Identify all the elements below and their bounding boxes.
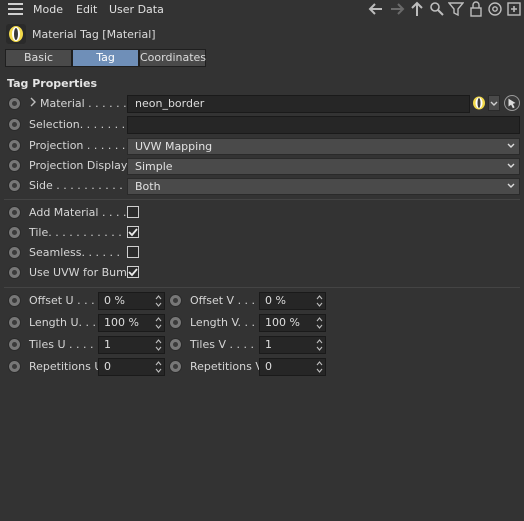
settings-icon[interactable] <box>487 1 503 17</box>
seamless-checkbox[interactable] <box>127 246 139 258</box>
back-arrow-icon[interactable] <box>368 1 384 17</box>
animation-radio[interactable] <box>8 266 21 279</box>
spinner-icon[interactable] <box>316 361 323 373</box>
animation-radio[interactable] <box>8 118 21 131</box>
material-field[interactable]: neon_border <box>127 95 470 113</box>
length-v-label: Length V. . . <box>190 316 256 329</box>
offset-u-field[interactable]: 0 % <box>98 292 165 310</box>
chevron-down-icon <box>507 163 515 168</box>
length-u-value: 100 % <box>104 316 139 329</box>
projection-label: Projection . . . . . . <box>29 139 126 152</box>
forward-arrow-icon[interactable] <box>389 1 405 17</box>
repetitions-v-field[interactable]: 0 <box>259 358 326 376</box>
material-label: Material . . . . . . <box>40 97 127 110</box>
filter-icon[interactable] <box>447 1 465 17</box>
use-uvw-bump-checkbox[interactable] <box>127 266 139 278</box>
length-u-field[interactable]: 100 % <box>98 314 165 332</box>
animation-radio[interactable] <box>8 206 21 219</box>
selection-label: Selection. . . . . . . <box>29 118 126 131</box>
spinner-icon[interactable] <box>316 295 323 307</box>
repetitions-u-field[interactable]: 0 <box>98 358 165 376</box>
repetitions-u-value: 0 <box>104 360 111 373</box>
hamburger-menu-icon[interactable] <box>8 3 23 15</box>
length-v-field[interactable]: 100 % <box>259 314 326 332</box>
material-thumbnail-icon <box>472 96 486 110</box>
selection-field[interactable] <box>127 116 520 134</box>
divider <box>4 199 520 200</box>
projection-value: UVW Mapping <box>135 140 213 153</box>
tiles-v-field[interactable]: 1 <box>259 336 326 354</box>
section-title: Tag Properties <box>7 77 98 90</box>
animation-radio[interactable] <box>169 338 182 351</box>
lock-icon[interactable] <box>468 1 484 17</box>
animation-radio[interactable] <box>169 294 182 307</box>
chevron-down-icon <box>507 183 515 188</box>
menu-user-data[interactable]: User Data <box>109 3 164 16</box>
menu-mode[interactable]: Mode <box>33 3 63 16</box>
add-material-checkbox[interactable] <box>127 206 139 218</box>
offset-v-label: Offset V . . . <box>190 294 256 307</box>
length-u-label: Length U. . . <box>29 316 96 329</box>
animation-radio[interactable] <box>8 139 21 152</box>
tab-coordinates[interactable]: Coordinates <box>139 49 206 67</box>
chevron-down-icon <box>507 143 515 148</box>
side-value: Both <box>135 180 161 193</box>
tile-checkbox[interactable] <box>127 226 139 238</box>
animation-radio[interactable] <box>8 294 21 307</box>
projection-display-label: Projection Display <box>29 159 128 172</box>
chevron-right-icon[interactable] <box>29 97 37 107</box>
side-label: Side . . . . . . . . . . <box>29 179 123 192</box>
animation-radio[interactable] <box>169 360 182 373</box>
spinner-icon[interactable] <box>155 361 162 373</box>
spinner-icon[interactable] <box>155 339 162 351</box>
projection-display-value: Simple <box>135 160 173 173</box>
tiles-v-label: Tiles V . . . . <box>190 338 254 351</box>
tab-basic[interactable]: Basic <box>5 49 72 67</box>
material-tag-icon <box>6 24 26 44</box>
tile-label: Tile. . . . . . . . . . . <box>29 226 122 239</box>
animation-radio[interactable] <box>8 159 21 172</box>
spinner-icon[interactable] <box>155 317 162 329</box>
menu-edit[interactable]: Edit <box>76 3 97 16</box>
new-window-icon[interactable] <box>506 1 522 17</box>
offset-v-value: 0 % <box>265 294 286 307</box>
projection-dropdown[interactable]: UVW Mapping <box>127 138 520 155</box>
panel-title: Material Tag [Material] <box>32 28 156 41</box>
up-arrow-icon[interactable] <box>409 1 425 17</box>
side-dropdown[interactable]: Both <box>127 178 520 195</box>
tiles-u-label: Tiles U . . . . <box>29 338 94 351</box>
spinner-icon[interactable] <box>155 295 162 307</box>
use-uvw-bump-label: Use UVW for Bump <box>29 266 134 279</box>
offset-u-label: Offset U . . . <box>29 294 95 307</box>
checkmark-icon <box>128 268 138 277</box>
animation-radio[interactable] <box>8 97 21 110</box>
checkmark-icon <box>128 228 138 237</box>
repetitions-v-value: 0 <box>265 360 272 373</box>
tab-tag[interactable]: Tag <box>72 49 139 67</box>
animation-radio[interactable] <box>8 179 21 192</box>
pick-object-icon[interactable] <box>504 95 520 111</box>
tiles-v-value: 1 <box>265 338 272 351</box>
animation-radio[interactable] <box>169 316 182 329</box>
spinner-icon[interactable] <box>316 317 323 329</box>
tiles-u-value: 1 <box>104 338 111 351</box>
offset-v-field[interactable]: 0 % <box>259 292 326 310</box>
projection-display-dropdown[interactable]: Simple <box>127 158 520 175</box>
animation-radio[interactable] <box>8 360 21 373</box>
repetitions-v-label: Repetitions V <box>190 360 263 373</box>
animation-radio[interactable] <box>8 226 21 239</box>
repetitions-u-label: Repetitions U <box>29 360 103 373</box>
offset-u-value: 0 % <box>104 294 125 307</box>
seamless-label: Seamless. . . . . . <box>29 246 120 259</box>
search-icon[interactable] <box>429 1 445 17</box>
material-menu-button[interactable] <box>488 95 500 111</box>
spinner-icon[interactable] <box>316 339 323 351</box>
animation-radio[interactable] <box>8 338 21 351</box>
animation-radio[interactable] <box>8 316 21 329</box>
add-material-label: Add Material . . . . <box>29 206 127 219</box>
length-v-value: 100 % <box>265 316 300 329</box>
tiles-u-field[interactable]: 1 <box>98 336 165 354</box>
divider <box>4 287 520 288</box>
animation-radio[interactable] <box>8 246 21 259</box>
